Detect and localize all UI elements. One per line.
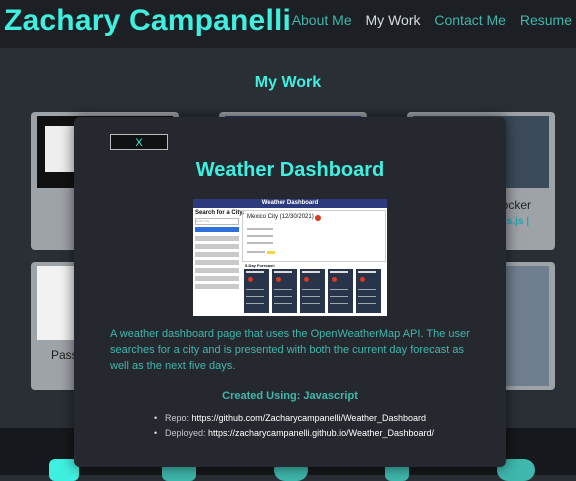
preview-city-heading: Mexico City (12/30/2021) xyxy=(247,214,314,220)
site-title[interactable]: Zachary Campanelli xyxy=(4,4,291,38)
project-modal: X Weather Dashboard Weather Dashboard Se… xyxy=(74,117,506,467)
preview-city-button xyxy=(195,252,239,257)
preview-city-button xyxy=(195,276,239,281)
deployed-label: Deployed: xyxy=(165,428,209,438)
preview-forecast-card xyxy=(300,269,325,313)
preview-search-button xyxy=(195,227,239,232)
nav-about-me[interactable]: About Me xyxy=(292,12,352,28)
preview-search-label: Search for a City: xyxy=(195,210,245,216)
modal-title: Weather Dashboard xyxy=(195,159,385,181)
preview-forecast-card xyxy=(272,269,297,313)
nav-contact-me[interactable]: Contact Me xyxy=(434,12,506,28)
preview-forecast-label: 5-Day Forecast: xyxy=(245,263,276,268)
preview-city-button xyxy=(195,284,239,289)
nav-my-work[interactable]: My Work xyxy=(366,12,421,28)
site-header: Zachary Campanelli About Me My Work Cont… xyxy=(0,0,576,48)
preview-city-button xyxy=(195,268,239,273)
preview-detail-line xyxy=(247,235,273,237)
preview-detail-line xyxy=(247,228,273,230)
project-description: A weather dashboard page that uses the O… xyxy=(110,328,470,372)
repo-link-item: Repo: https://github.com/Zacharycampanel… xyxy=(152,411,434,426)
deployed-link[interactable]: https://zacharycampanelli.github.io/Weat… xyxy=(208,428,434,438)
created-using: Created Using: Javascript xyxy=(222,390,358,402)
nav-resume[interactable]: Resume xyxy=(520,12,572,28)
project-links: Repo: https://github.com/Zacharycampanel… xyxy=(152,411,434,441)
preview-city-button xyxy=(195,244,239,249)
section-title: My Work xyxy=(254,74,322,91)
repo-label: Repo: xyxy=(165,413,192,423)
weather-icon xyxy=(315,215,321,221)
preview-search-input: Enter City xyxy=(195,218,239,225)
close-button[interactable]: X xyxy=(110,134,168,150)
preview-forecast-card xyxy=(356,269,381,313)
preview-city-button xyxy=(195,260,239,265)
main-nav: About Me My Work Contact Me Resume xyxy=(282,12,572,28)
preview-detail-line xyxy=(247,251,265,253)
preview-forecast-card xyxy=(244,269,269,313)
deployed-link-item: Deployed: https://zacharycampanelli.gith… xyxy=(152,426,434,441)
preview-header: Weather Dashboard xyxy=(193,199,387,208)
project-screenshot: Weather Dashboard Search for a City: Ent… xyxy=(193,199,387,316)
repo-link[interactable]: https://github.com/Zacharycampanelli/Wea… xyxy=(192,413,426,423)
preview-forecast-card xyxy=(328,269,353,313)
preview-current-weather: Mexico City (12/30/2021) xyxy=(242,210,386,262)
preview-detail-line xyxy=(247,242,273,244)
preview-uv-badge xyxy=(267,251,275,254)
preview-city-button xyxy=(195,236,239,241)
